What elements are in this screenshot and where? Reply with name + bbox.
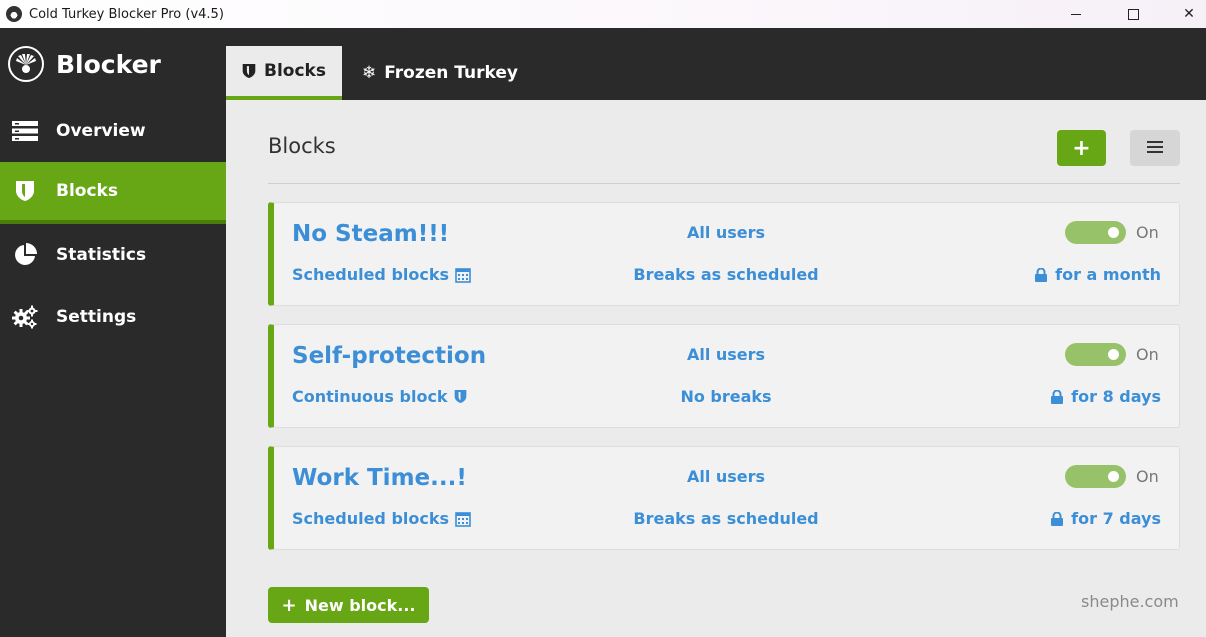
new-block-button[interactable]: + New block...	[268, 587, 429, 623]
block-card[interactable]: Work Time...! All users On Scheduled blo…	[268, 446, 1180, 550]
block-toggle[interactable]	[1065, 465, 1126, 488]
block-lock[interactable]: for a month	[1035, 265, 1161, 284]
block-breaks[interactable]: Breaks as scheduled	[576, 509, 876, 528]
new-block-label: New block...	[304, 595, 416, 615]
block-users[interactable]: All users	[687, 345, 765, 364]
page-title: Blocks	[268, 134, 336, 158]
toggle-knob	[1108, 349, 1119, 360]
gears-icon	[12, 304, 38, 330]
block-type-label: Scheduled blocks	[292, 509, 450, 528]
shield-icon	[12, 178, 38, 204]
block-users[interactable]: All users	[687, 467, 765, 486]
menu-button[interactable]	[1130, 130, 1180, 166]
tab-frozen-turkey[interactable]: ❄ Frozen Turkey	[362, 46, 518, 100]
block-lock-label: for 7 days	[1071, 509, 1161, 528]
block-state: On	[1136, 467, 1159, 486]
window-title: Cold Turkey Blocker Pro (v4.5)	[29, 6, 224, 22]
block-toggle[interactable]	[1065, 343, 1126, 366]
add-block-button[interactable]: +	[1057, 130, 1106, 166]
block-lock-label: for 8 days	[1071, 387, 1161, 406]
block-type[interactable]: Scheduled blocks	[292, 509, 471, 528]
hamburger-menu-icon	[1147, 139, 1163, 158]
overview-icon	[12, 118, 38, 144]
block-breaks[interactable]: Breaks as scheduled	[576, 265, 876, 284]
block-state: On	[1136, 223, 1159, 242]
sidebar-item-statistics[interactable]: Statistics	[0, 224, 226, 286]
block-name[interactable]: No Steam!!!	[292, 221, 449, 247]
lock-icon	[1035, 267, 1048, 282]
sidebar-item-label: Settings	[56, 307, 137, 327]
watermark: shephe.com	[1081, 592, 1179, 611]
block-name[interactable]: Self-protection	[292, 343, 486, 369]
lock-icon	[1051, 511, 1064, 526]
sidebar-item-label: Overview	[56, 121, 146, 141]
block-breaks[interactable]: No breaks	[576, 387, 876, 406]
shield-icon	[242, 63, 256, 79]
block-lock[interactable]: for 7 days	[1051, 509, 1161, 528]
block-type[interactable]: Scheduled blocks	[292, 265, 471, 284]
plus-icon: +	[1072, 135, 1091, 161]
toggle-knob	[1108, 471, 1119, 482]
window-titlebar: Cold Turkey Blocker Pro (v4.5) ✕	[0, 0, 1206, 28]
block-lock-label: for a month	[1055, 265, 1161, 284]
pie-chart-icon	[12, 242, 38, 268]
tab-label: Frozen Turkey	[384, 63, 518, 83]
tab-bar: Blocks ❄ Frozen Turkey	[226, 28, 1206, 100]
snowflake-icon: ❄	[362, 63, 377, 83]
calendar-icon	[455, 267, 471, 283]
sidebar-item-settings[interactable]: Settings	[0, 286, 226, 348]
minimize-icon	[1071, 13, 1081, 15]
brand-title: Blocker	[56, 49, 161, 79]
maximize-icon	[1127, 8, 1139, 20]
sidebar-item-blocks[interactable]: Blocks	[0, 162, 226, 224]
block-lock[interactable]: for 8 days	[1051, 387, 1161, 406]
plus-icon: +	[281, 594, 297, 616]
block-type-label: Continuous block	[292, 387, 448, 406]
sidebar-item-overview[interactable]: Overview	[0, 100, 226, 162]
shield-icon	[454, 389, 467, 404]
block-state: On	[1136, 345, 1159, 364]
sidebar: Blocker Overview Blocks Statistics Setti…	[0, 28, 226, 637]
sidebar-item-label: Statistics	[56, 245, 147, 265]
block-users[interactable]: All users	[687, 223, 765, 242]
block-type[interactable]: Continuous block	[292, 387, 467, 406]
block-card[interactable]: No Steam!!! All users On Scheduled block…	[268, 202, 1180, 306]
tab-label: Blocks	[264, 61, 326, 81]
divider	[268, 183, 1180, 184]
block-toggle[interactable]	[1065, 221, 1126, 244]
main-content: Blocks + No Steam!!! All users On Schedu…	[226, 100, 1206, 637]
brand: Blocker	[0, 28, 226, 100]
sidebar-item-label: Blocks	[56, 181, 118, 201]
lock-icon	[1051, 389, 1064, 404]
app-icon	[6, 6, 22, 22]
close-button[interactable]: ✕	[1166, 0, 1206, 28]
minimize-button[interactable]	[1053, 0, 1099, 28]
turkey-logo-icon	[8, 46, 44, 82]
block-type-label: Scheduled blocks	[292, 265, 450, 284]
calendar-icon	[455, 511, 471, 527]
close-icon: ✕	[1183, 6, 1195, 22]
block-card[interactable]: Self-protection All users On Continuous …	[268, 324, 1180, 428]
block-name[interactable]: Work Time...!	[292, 465, 467, 491]
maximize-button[interactable]	[1110, 0, 1156, 28]
tab-blocks[interactable]: Blocks	[226, 46, 342, 100]
toggle-knob	[1108, 227, 1119, 238]
